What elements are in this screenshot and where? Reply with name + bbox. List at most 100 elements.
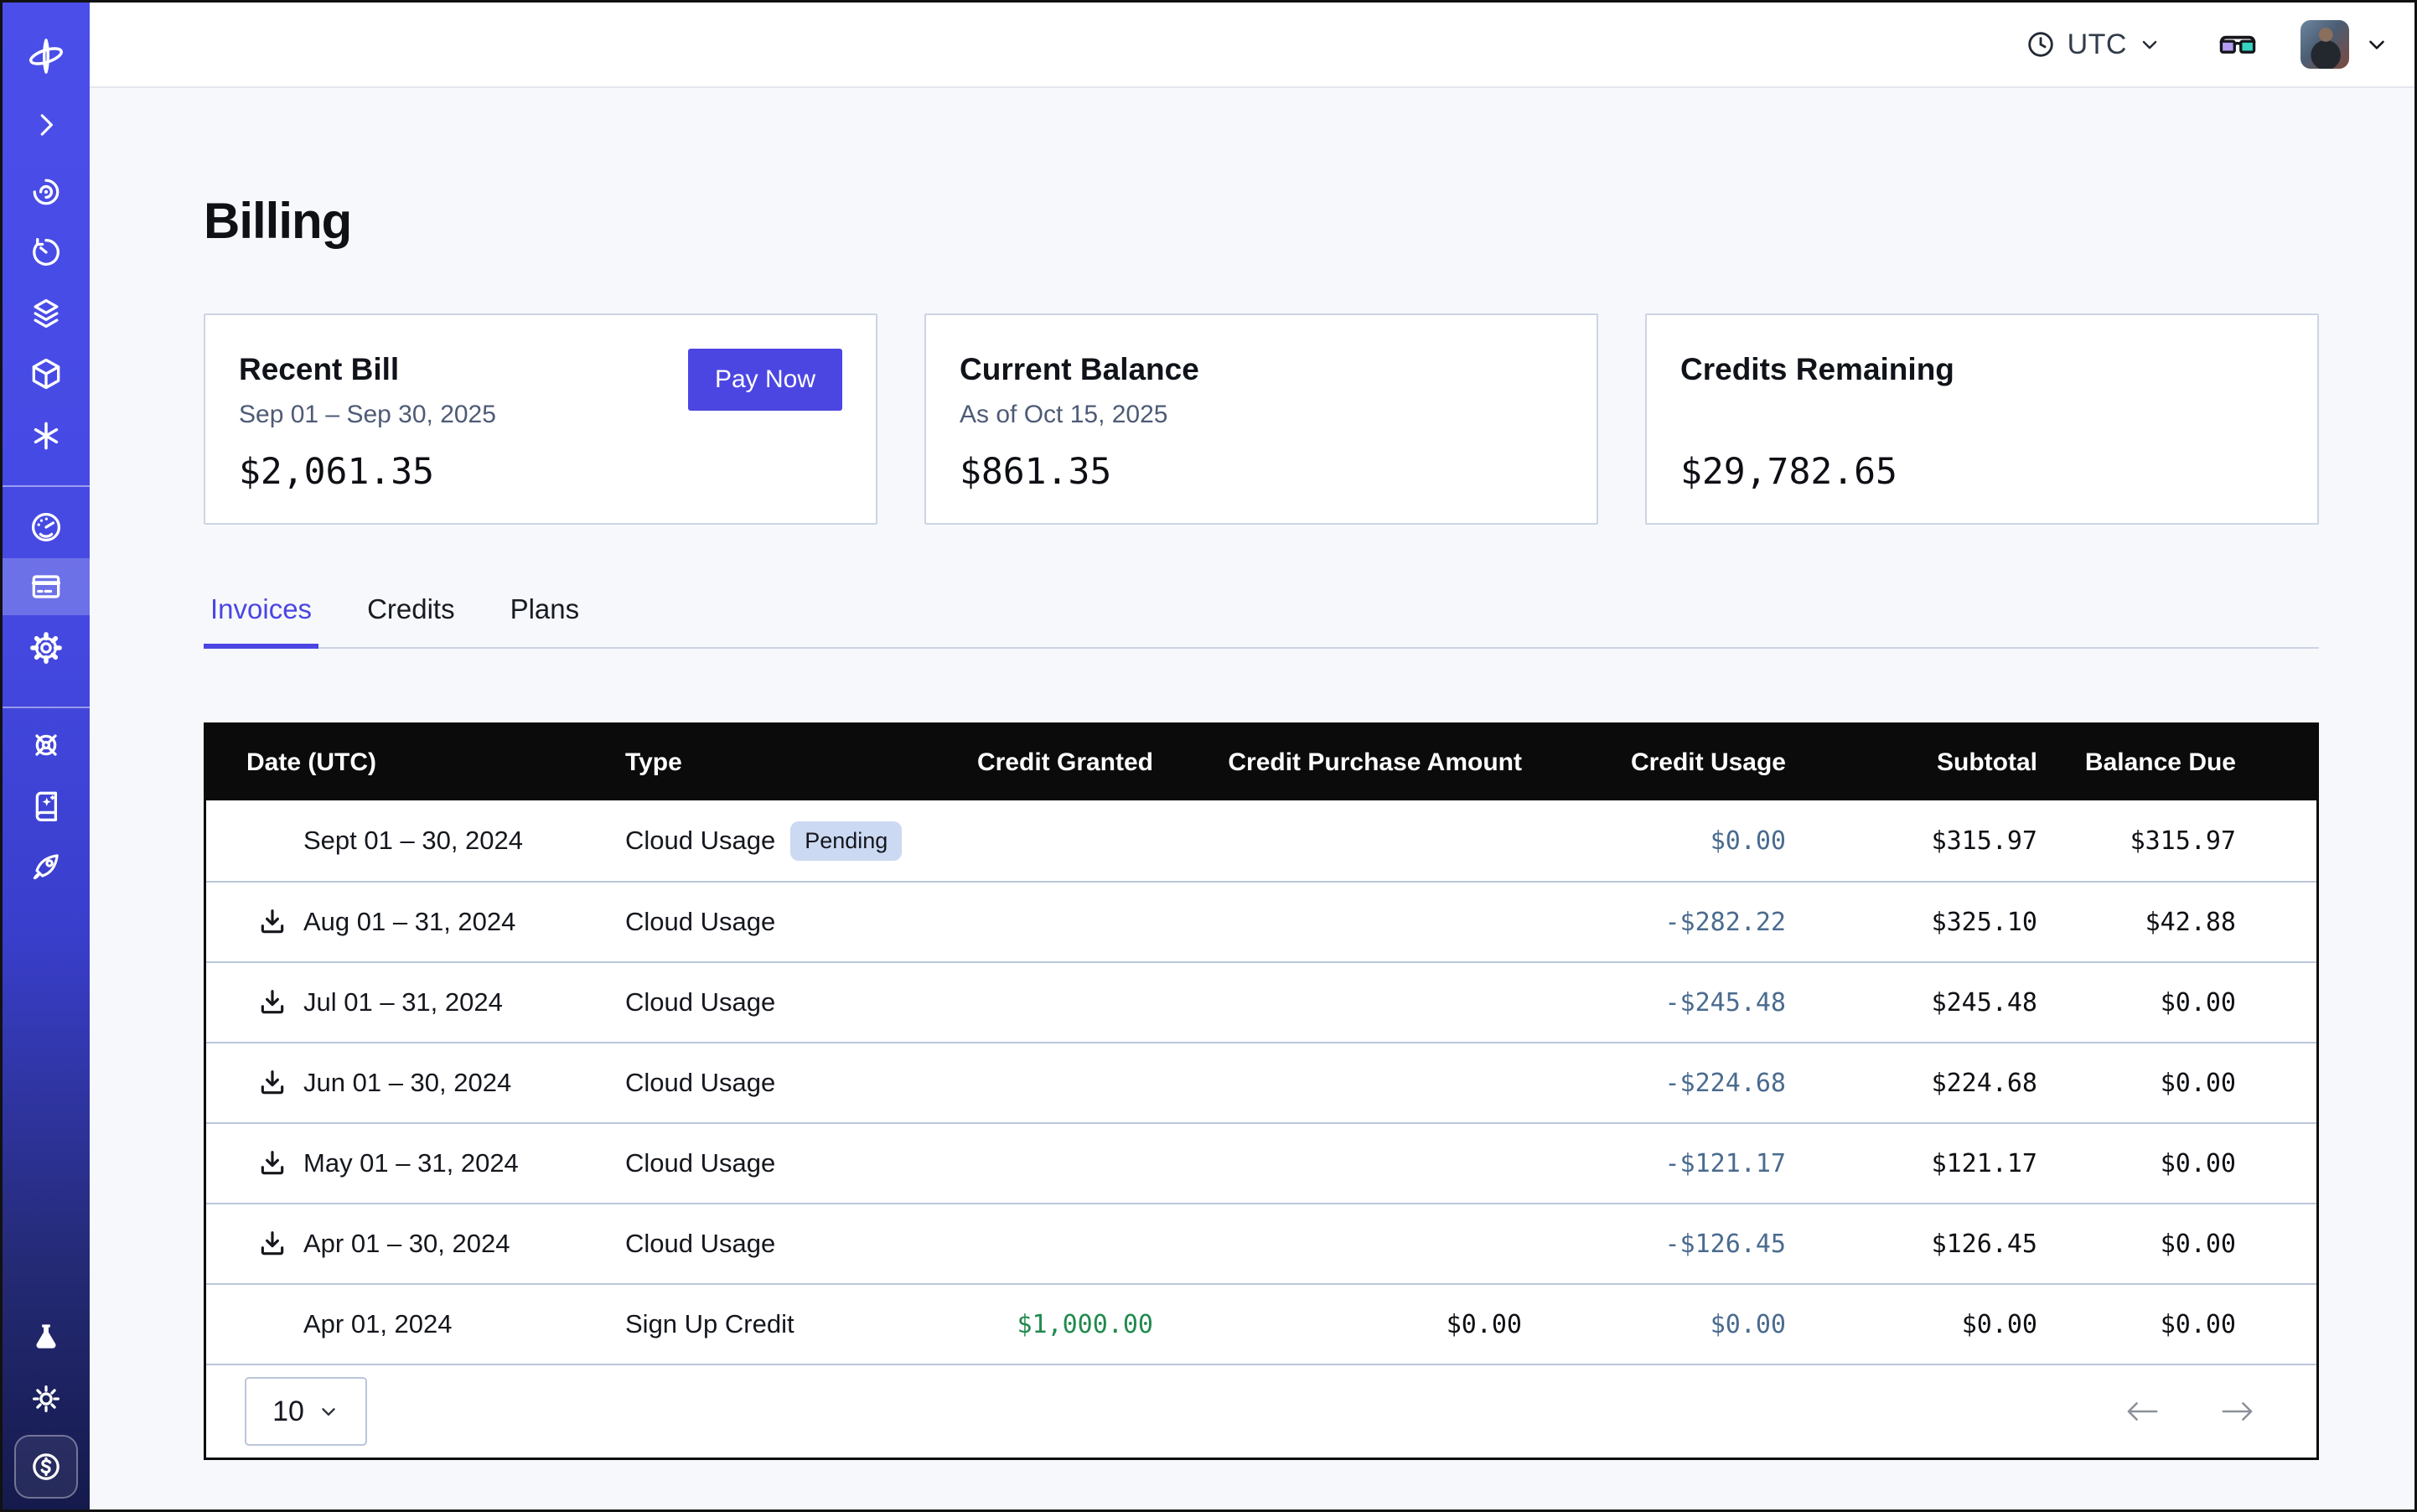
column-header-balance-due: Balance Due [2037, 748, 2316, 777]
ship-wheel-icon [28, 727, 65, 764]
invoice-type: Cloud Usage [625, 1068, 775, 1098]
table-row: Apr 01, 2024 Sign Up Credit $1,000.00 $0… [206, 1283, 2316, 1364]
download-invoice-button[interactable] [256, 1066, 289, 1100]
invoices-table: Date (UTC) Type Credit Granted Credit Pu… [204, 722, 2319, 1460]
sidebar-item-theme[interactable] [3, 1369, 90, 1429]
sidebar-item-functions[interactable] [3, 406, 90, 466]
table-pagination: 10 [206, 1364, 2316, 1458]
chevron-down-icon [318, 1401, 339, 1422]
invoice-type: Cloud Usage [625, 907, 775, 937]
sidebar-item-support[interactable] [3, 715, 90, 775]
sidebar-item-live[interactable] [3, 162, 90, 222]
invoice-date: May 01 – 31, 2024 [303, 1148, 519, 1178]
credit-usage: -$282.22 [1522, 908, 1786, 937]
column-header-credit-usage: Credit Usage [1522, 748, 1786, 777]
download-invoice-button[interactable] [256, 905, 289, 939]
subtotal: $126.45 [1786, 1230, 2037, 1259]
download-invoice-button[interactable] [256, 1147, 289, 1180]
subtotal: $315.97 [1786, 826, 2037, 856]
history-timer-icon [28, 234, 65, 271]
invoice-date: Apr 01, 2024 [303, 1309, 453, 1339]
sidebar-item-docs[interactable] [3, 775, 90, 836]
table-row: Jun 01 – 30, 2024 Cloud Usage -$224.68 $… [206, 1042, 2316, 1122]
sidebar-divider [3, 485, 90, 487]
current-balance-card: Current Balance As of Oct 15, 2025 $861.… [924, 313, 1598, 525]
balance-due: $0.00 [2037, 1230, 2316, 1259]
timezone-label: UTC [2068, 28, 2127, 61]
credit-purchase-amount: $0.00 [1153, 1310, 1522, 1339]
balance-due: $0.00 [2037, 1069, 2316, 1098]
tab-credits[interactable]: Credits [360, 585, 462, 649]
sidebar-item-settings[interactable] [3, 618, 90, 678]
timezone-selector[interactable]: UTC [2025, 28, 2161, 61]
recent-bill-card: Recent Bill Sep 01 – Sep 30, 2025 $2,061… [204, 313, 877, 525]
clock-icon [2025, 28, 2057, 60]
balance-due: $42.88 [2037, 908, 2316, 937]
arrow-right-icon [2218, 1399, 2258, 1424]
card-subtitle: Sep 01 – Sep 30, 2025 [239, 401, 496, 429]
theme-glasses-button[interactable] [2217, 27, 2259, 62]
download-invoice-button[interactable] [256, 986, 289, 1019]
billing-tabs: Invoices Credits Plans [204, 585, 2319, 649]
card-title: Recent Bill [239, 352, 399, 387]
subtotal: $0.00 [1786, 1310, 2037, 1339]
rocket-icon [28, 848, 65, 885]
card-subtitle: As of Oct 15, 2025 [960, 401, 1167, 429]
prev-page-button[interactable] [2122, 1399, 2162, 1424]
download-icon [256, 1147, 289, 1180]
sidebar-item-containers[interactable] [3, 344, 90, 404]
download-invoice-button[interactable] [256, 1227, 289, 1261]
arrow-left-icon [2122, 1399, 2162, 1424]
balance-due: $0.00 [2037, 988, 2316, 1017]
column-header-credit-purchase: Credit Purchase Amount [1153, 748, 1522, 777]
card-amount: $861.35 [960, 451, 1111, 493]
credit-usage: $0.00 [1522, 1310, 1786, 1339]
layers-icon [28, 295, 65, 332]
subtotal: $245.48 [1786, 988, 2037, 1017]
sidebar-item-billing[interactable] [3, 558, 90, 615]
column-header-credit-granted: Credit Granted [960, 748, 1153, 777]
sidebar-item-layers[interactable] [3, 283, 90, 344]
page-size-select[interactable]: 10 [245, 1377, 367, 1446]
invoice-type: Cloud Usage [625, 1148, 775, 1178]
sidebar-divider [3, 707, 90, 708]
next-page-button[interactable] [2218, 1399, 2258, 1424]
credit-usage: $0.00 [1522, 826, 1786, 856]
credit-usage: -$121.17 [1522, 1149, 1786, 1178]
table-header: Date (UTC) Type Credit Granted Credit Pu… [206, 725, 2316, 800]
page-title: Billing [204, 192, 2319, 250]
sidebar-item-experiments[interactable] [3, 1307, 90, 1367]
subtotal: $325.10 [1786, 908, 2037, 937]
dollar-credits-icon [27, 1447, 65, 1486]
invoice-date: Apr 01 – 30, 2024 [303, 1229, 510, 1259]
pay-now-button[interactable]: Pay Now [688, 349, 842, 411]
tab-plans[interactable]: Plans [504, 585, 587, 649]
app-window: UTC Billing Recent Bill Sep 01 [0, 0, 2417, 1512]
card-amount: $2,061.35 [239, 451, 434, 493]
settings-gear-icon [28, 629, 65, 666]
user-avatar[interactable] [2301, 20, 2349, 69]
status-badge: Pending [790, 821, 902, 861]
table-row: May 01 – 31, 2024 Cloud Usage -$121.17 $… [206, 1122, 2316, 1203]
sidebar-item-usage[interactable] [3, 497, 90, 557]
balance-due: $0.00 [2037, 1310, 2316, 1339]
sidebar-item-history[interactable] [3, 222, 90, 282]
invoice-date: Aug 01 – 31, 2024 [303, 907, 515, 937]
sidebar-item-logo[interactable] [3, 26, 90, 86]
download-icon [256, 1066, 289, 1100]
invoice-type: Sign Up Credit [625, 1309, 794, 1339]
tab-invoices[interactable]: Invoices [204, 585, 318, 649]
credit-usage: -$245.48 [1522, 988, 1786, 1017]
column-header-subtotal: Subtotal [1786, 748, 2037, 777]
account-menu-chevron[interactable] [2364, 32, 2389, 57]
credits-remaining-card: Credits Remaining $29,782.65 [1645, 313, 2319, 525]
table-row: Sept 01 – 30, 2024 Cloud UsagePending $0… [206, 800, 2316, 881]
invoice-type: Cloud Usage [625, 987, 775, 1017]
sidebar-item-credits[interactable] [14, 1435, 78, 1499]
glasses-icon [2217, 27, 2259, 62]
download-icon [256, 905, 289, 939]
sidebar-item-launch[interactable] [3, 836, 90, 897]
invoice-type: Cloud Usage [625, 1229, 775, 1259]
sidebar-item-collapse[interactable] [3, 95, 90, 155]
topbar: UTC [90, 3, 2414, 88]
